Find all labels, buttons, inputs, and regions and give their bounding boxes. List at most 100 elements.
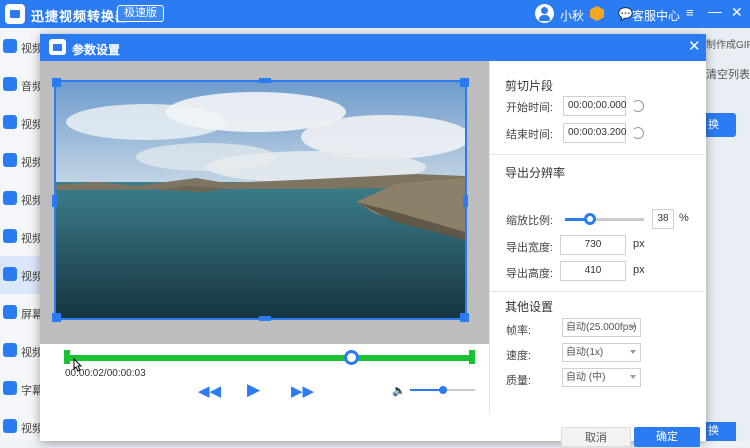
height-input[interactable]: 410 xyxy=(560,261,626,281)
sidebar-item-label: 视频 xyxy=(21,119,40,131)
ok-button[interactable]: 确定 xyxy=(634,427,700,447)
vip-icon[interactable] xyxy=(590,6,604,21)
audio-icon xyxy=(3,77,17,91)
speed-value: 自动(1x) xyxy=(566,347,604,358)
crop-handle-bl[interactable] xyxy=(52,313,61,322)
crop-frame[interactable] xyxy=(52,78,469,322)
crop-handle-top[interactable] xyxy=(259,78,271,83)
height-unit: px xyxy=(633,264,645,276)
sidebar-item[interactable]: 视频 xyxy=(0,332,40,370)
chat-icon[interactable]: 💬 xyxy=(618,7,633,21)
play-icon[interactable]: ▶ xyxy=(247,380,260,400)
crop-handle-bottom[interactable] xyxy=(259,316,271,321)
close-icon[interactable]: ✕ xyxy=(731,4,743,21)
fps-select[interactable]: 自动(25.000fps) xyxy=(562,318,641,337)
sidebar-item-label: 视频 xyxy=(21,271,40,283)
crop-handle-left[interactable] xyxy=(52,195,57,207)
dialog-header: 参数设置 ✕ xyxy=(40,34,706,61)
sidebar-item-label: 视频 xyxy=(21,195,40,207)
sidebar-item[interactable]: 视频 xyxy=(0,218,40,256)
video-compress-icon xyxy=(3,115,17,129)
rewind-icon[interactable]: ◀◀ xyxy=(198,382,221,400)
cancel-button[interactable]: 取消 xyxy=(561,427,631,447)
scale-input[interactable]: 38 xyxy=(652,209,674,229)
start-time-input[interactable]: 00:00:00.000 xyxy=(563,96,626,116)
video-speed-icon xyxy=(3,343,17,357)
sidebar: 视频 音频 视频 视频 视频 视频 视频 屏幕 视频 字幕 视频 xyxy=(0,28,40,441)
reset-end-icon[interactable] xyxy=(632,127,644,139)
playhead-knob[interactable] xyxy=(344,350,359,365)
video-convert-icon xyxy=(3,39,17,53)
quality-label: 质量: xyxy=(506,375,532,387)
clear-list-link[interactable]: 清空列表 xyxy=(706,66,750,82)
minimize-icon[interactable]: — xyxy=(708,3,722,19)
divider xyxy=(490,154,707,155)
username[interactable]: 小秋 xyxy=(560,7,584,24)
volume-knob[interactable] xyxy=(439,386,447,394)
sidebar-item[interactable]: 音频 xyxy=(0,66,40,104)
make-gif-link[interactable]: 制作成GIF xyxy=(706,36,750,51)
sidebar-item[interactable]: 视频 xyxy=(0,408,40,446)
scale-label: 缩放比例: xyxy=(506,215,554,227)
edition-badge: 极速版 xyxy=(117,5,164,22)
speed-label: 速度: xyxy=(506,350,532,362)
dialog-logo-icon xyxy=(49,39,66,55)
video-more-icon xyxy=(3,419,17,433)
app-logo-icon xyxy=(5,4,25,24)
scale-knob[interactable] xyxy=(584,213,596,225)
quality-value: 自动 (中) xyxy=(566,372,606,383)
avatar[interactable] xyxy=(535,4,554,23)
crop-handle-br[interactable] xyxy=(460,313,469,322)
fps-label: 帧率: xyxy=(506,325,532,337)
resolution-section-title: 导出分辨率 xyxy=(505,166,566,180)
timeline-bar[interactable] xyxy=(64,355,475,361)
clip-section-title: 剪切片段 xyxy=(505,79,554,93)
app-title: 迅捷视频转换器 xyxy=(31,9,130,24)
width-unit: px xyxy=(633,238,645,250)
menu-icon[interactable]: ≡ xyxy=(686,5,694,20)
crop-handle-tl[interactable] xyxy=(52,78,61,87)
other-section-title: 其他设置 xyxy=(505,300,554,314)
video-crop-icon xyxy=(3,229,17,243)
chevron-down-icon xyxy=(630,350,636,354)
dialog-close-icon[interactable]: ✕ xyxy=(688,37,701,55)
fast-forward-icon[interactable]: ▶▶ xyxy=(291,382,314,400)
sidebar-item[interactable]: 视频 xyxy=(0,256,40,294)
sidebar-item[interactable]: 字幕 xyxy=(0,370,40,408)
reset-start-icon[interactable] xyxy=(632,100,644,112)
video-edit-icon xyxy=(3,267,17,281)
sidebar-item[interactable]: 视频 xyxy=(0,180,40,218)
convert-button[interactable]: 换 xyxy=(706,113,736,137)
trim-end-handle[interactable] xyxy=(469,350,475,364)
sidebar-item-label: 屏幕 xyxy=(21,309,40,321)
customer-service-link[interactable]: 客服中心 xyxy=(632,7,680,24)
width-label: 导出宽度: xyxy=(506,242,554,254)
sidebar-item[interactable]: 屏幕 xyxy=(0,294,40,332)
settings-panel: 剪切片段 开始时间: 00:00:00.000 结束时间: 00:00:03.2… xyxy=(489,61,707,414)
sidebar-item[interactable]: 视频 xyxy=(0,104,40,142)
width-input[interactable]: 730 xyxy=(560,235,626,255)
crop-handle-right[interactable] xyxy=(463,195,468,207)
sidebar-item-label: 字幕 xyxy=(21,385,40,397)
convert-all-button[interactable]: 换 xyxy=(706,422,736,441)
sidebar-item[interactable]: 视频 xyxy=(0,142,40,180)
fps-value: 自动(25.000fps) xyxy=(566,322,637,333)
sidebar-item-label: 视频 xyxy=(21,347,40,359)
sidebar-item-label: 视频 xyxy=(21,43,40,55)
sidebar-item-label: 视频 xyxy=(21,423,40,435)
sidebar-item[interactable]: 视频 xyxy=(0,28,40,66)
sidebar-item-label: 视频 xyxy=(21,157,40,169)
volume-icon[interactable]: 🔈 xyxy=(392,384,406,397)
chevron-down-icon xyxy=(630,325,636,329)
quality-select[interactable]: 自动 (中) xyxy=(562,368,641,387)
trim-start-handle[interactable] xyxy=(64,350,70,364)
dialog-title: 参数设置 xyxy=(72,43,121,57)
end-time-input[interactable]: 00:00:03.200 xyxy=(563,123,626,143)
subtitle-icon xyxy=(3,381,17,395)
speed-select[interactable]: 自动(1x) xyxy=(562,343,641,362)
chevron-down-icon xyxy=(630,375,636,379)
crop-handle-tr[interactable] xyxy=(460,78,469,87)
end-time-label: 结束时间: xyxy=(506,129,554,141)
mouse-cursor-icon xyxy=(73,358,83,372)
settings-dialog: 参数设置 ✕ 00:00:02/00:00:03 ◀◀ ▶ ▶▶ 🔈 剪切片段 … xyxy=(40,34,707,447)
